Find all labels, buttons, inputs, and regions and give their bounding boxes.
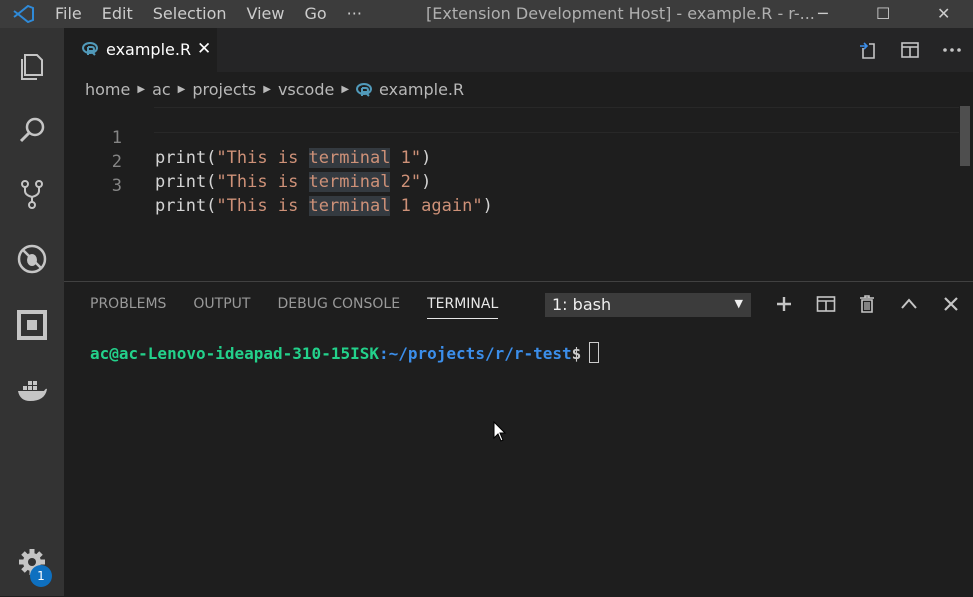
breadcrumb-projects[interactable]: projects [192,80,256,99]
word-highlight: terminal [308,172,391,192]
tab-terminal[interactable]: TERMINAL [427,296,499,319]
terminal-prompt: $ [571,344,582,363]
editor-scrollbar[interactable] [960,106,970,166]
r-file-icon [82,42,98,56]
activity-bar [0,28,64,596]
docker-icon[interactable] [16,374,48,406]
menu-go[interactable]: Go [304,4,326,23]
extensions-icon[interactable] [16,309,48,341]
menu-edit[interactable]: Edit [102,4,133,23]
menu-view[interactable]: View [247,4,285,23]
add-terminal-icon[interactable] [775,295,793,313]
breadcrumb: home ▶ ac ▶ projects ▶ vscode ▶ example.… [85,80,464,99]
breadcrumb-vscode[interactable]: vscode [278,80,334,99]
menu-file[interactable]: File [55,4,82,23]
r-file-icon [356,82,373,97]
breadcrumb-home[interactable]: home [85,80,130,99]
terminal-path: :~/projects/r/r-test [378,344,572,363]
panel-tabs: PROBLEMS OUTPUT DEBUG CONSOLE TERMINAL [90,296,525,319]
line-number: 3 [111,176,122,196]
open-changes-icon[interactable] [858,40,878,60]
breadcrumb-file[interactable]: example.R [379,80,464,99]
tab-problems[interactable]: PROBLEMS [90,296,166,319]
split-editor-icon[interactable] [900,40,920,60]
menu-bar: File Edit Selection View Go ··· [55,4,382,23]
chevron-right-icon: ▶ [177,84,186,95]
trash-icon[interactable] [859,295,875,313]
editor-tabs-bar: example.R ✕ [64,28,973,72]
maximize-button[interactable]: ☐ [876,4,890,23]
explorer-icon[interactable] [16,50,48,82]
line-number: 1 [111,128,122,148]
terminal-select-value: 1: bash [552,295,612,314]
chevron-right-icon: ▶ [137,84,146,95]
string-token: "This is [216,196,309,216]
tab-close-icon[interactable]: ✕ [197,39,211,59]
terminal-user-host: ac@ac-Lenovo-ideapad-310-15ISK [90,344,379,363]
maximize-panel-icon[interactable] [900,295,918,313]
minimize-button[interactable]: ─ [818,4,828,23]
chevron-right-icon: ▶ [263,84,271,95]
settings-badge: 1 [30,565,52,587]
string-token: "This is [216,172,309,192]
split-terminal-icon[interactable] [816,295,836,313]
code-token: print( [155,172,217,192]
search-icon[interactable] [16,114,48,146]
current-line-highlight [154,107,959,133]
string-token: "This is [216,148,309,168]
code-line: 2 print("This is terminal 2") [64,132,431,192]
code-token: ) [421,148,432,168]
window-title: [Extension Development Host] - example.R… [426,4,815,23]
tab-output[interactable]: OUTPUT [193,296,250,319]
chevron-down-icon: ▼ [734,297,743,310]
code-token: print( [155,196,217,216]
menu-selection[interactable]: Selection [153,4,227,23]
code-token: ) [421,172,432,192]
chevron-right-icon: ▶ [341,84,350,95]
tab-example-r[interactable]: example.R ✕ [64,28,217,72]
string-token: 1 again" [390,196,483,216]
string-token: 1" [390,148,422,168]
title-bar: File Edit Selection View Go ··· [Extensi… [0,0,973,28]
breadcrumb-ac[interactable]: ac [152,80,171,99]
code-token: print( [155,148,217,168]
tab-debug-console[interactable]: DEBUG CONSOLE [277,296,400,319]
more-actions-icon[interactable] [942,40,962,60]
string-token: 2" [390,172,422,192]
code-line: 3 print("This is terminal 1 again") [64,156,493,216]
word-highlight: terminal [308,196,391,216]
source-control-icon[interactable] [16,178,48,210]
terminal-cursor [589,342,600,363]
terminal-select[interactable]: 1: bash ▼ [545,293,751,317]
close-panel-icon[interactable] [942,295,960,313]
bottom-panel: PROBLEMS OUTPUT DEBUG CONSOLE TERMINAL 1… [64,281,973,597]
vscode-logo-icon [13,5,34,23]
code-line: 1 print("This is terminal 1") [64,108,431,168]
code-editor[interactable]: 1 print("This is terminal 1") 2 print("T… [64,104,973,280]
terminal-output[interactable]: ac@ac-Lenovo-ideapad-310-15ISK:~/project… [90,342,600,363]
menu-more[interactable]: ··· [347,4,362,23]
code-token: ) [482,196,493,216]
tab-label: example.R [106,40,192,59]
line-number: 2 [111,152,122,172]
word-highlight: terminal [308,148,391,168]
mouse-pointer-icon [493,421,507,442]
debug-icon[interactable] [16,243,48,275]
close-window-button[interactable]: ✕ [937,4,950,23]
